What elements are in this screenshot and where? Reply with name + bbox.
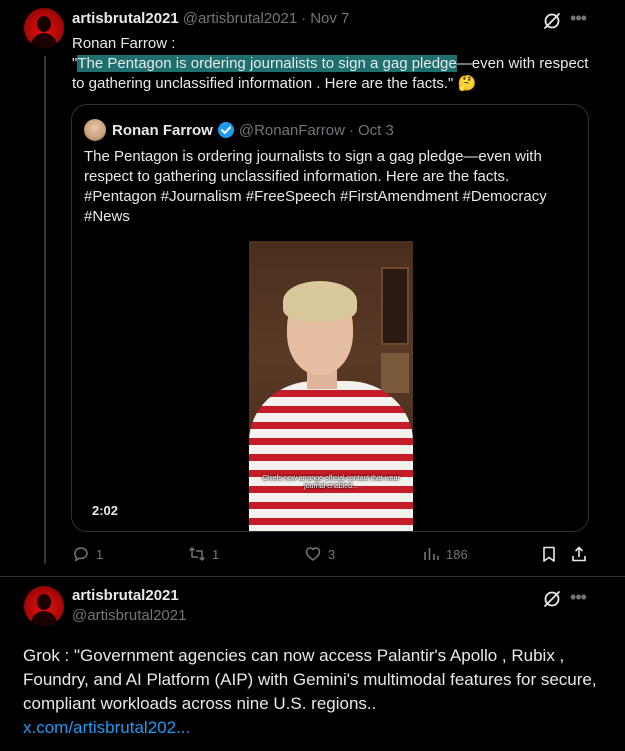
avatar[interactable] bbox=[24, 586, 64, 626]
reply-icon bbox=[74, 547, 88, 562]
video-caption: Chiefs now arrange official contact that… bbox=[262, 475, 400, 490]
user-handle[interactable]: @artisbrutal2021 bbox=[72, 606, 186, 626]
repost-button[interactable]: 1 bbox=[188, 544, 219, 564]
reply-count: 1 bbox=[96, 546, 104, 562]
quoted-handle[interactable]: @RonanFarrow bbox=[239, 122, 345, 139]
bookmark-button[interactable] bbox=[540, 544, 558, 564]
wall-art bbox=[381, 267, 409, 345]
action-bar: 1 1 3 186 bbox=[72, 544, 592, 564]
post-text: Ronan Farrow : "The Pentagon is ordering… bbox=[72, 34, 592, 94]
like-count: 3 bbox=[328, 546, 336, 562]
post-header: artisbrutal2021 @artisbrutal2021 · Nov 7 bbox=[72, 10, 349, 27]
post-header: artisbrutal2021 @artisbrutal2021 bbox=[72, 586, 186, 626]
grok-icon[interactable] bbox=[542, 11, 562, 31]
reply-button[interactable]: 1 bbox=[72, 544, 103, 564]
heart-icon bbox=[305, 547, 321, 561]
avatar[interactable] bbox=[24, 8, 64, 48]
video-player[interactable]: Chiefs now arrange official contact that… bbox=[72, 241, 588, 531]
display-name[interactable]: artisbrutal2021 bbox=[72, 10, 179, 27]
views-button[interactable]: 186 bbox=[422, 544, 468, 564]
quoted-avatar[interactable] bbox=[84, 119, 106, 141]
user-handle[interactable]: @artisbrutal2021 bbox=[183, 10, 297, 27]
quoted-post[interactable]: Ronan Farrow @RonanFarrow · Oct 3 The Pe… bbox=[71, 104, 589, 532]
highlighted-text: The Pentagon is ordering journalists to … bbox=[77, 55, 457, 72]
quoted-display-name[interactable]: Ronan Farrow bbox=[112, 122, 213, 139]
video-frame[interactable]: Chiefs now arrange official contact that… bbox=[249, 241, 413, 531]
bookmark-icon bbox=[543, 546, 555, 562]
wall-art-lower bbox=[381, 353, 409, 393]
post-date[interactable]: Nov 7 bbox=[310, 10, 349, 27]
share-icon bbox=[572, 546, 586, 562]
like-button[interactable]: 3 bbox=[304, 544, 335, 564]
quoted-text: The Pentagon is ordering journalists to … bbox=[84, 148, 547, 225]
separator-dot: · bbox=[348, 121, 354, 139]
repost-count: 1 bbox=[212, 546, 220, 562]
post-text: Grok : "Government agencies can now acce… bbox=[23, 644, 603, 740]
silhouette-icon bbox=[30, 594, 58, 626]
separator-dot: · bbox=[301, 10, 307, 27]
grok-icon[interactable] bbox=[542, 589, 562, 609]
person-hair bbox=[283, 281, 357, 321]
display-name[interactable]: artisbrutal2021 bbox=[72, 586, 186, 606]
quoted-header: Ronan Farrow @RonanFarrow · Oct 3 bbox=[112, 121, 394, 139]
views-chart-icon bbox=[424, 548, 439, 560]
post-divider bbox=[0, 576, 625, 577]
post-text-line1: Ronan Farrow : bbox=[72, 35, 176, 52]
post-text-body: Grok : "Government agencies can now acce… bbox=[23, 646, 597, 713]
more-options-icon[interactable]: ••• bbox=[568, 9, 588, 31]
post-text-body: "The Pentagon is ordering journalists to… bbox=[72, 54, 592, 94]
silhouette-icon bbox=[30, 16, 58, 48]
thread-connector-line bbox=[44, 56, 46, 564]
views-count: 186 bbox=[446, 546, 468, 562]
verified-badge-icon bbox=[217, 121, 235, 139]
repost-icon bbox=[188, 546, 206, 562]
video-duration: 2:02 bbox=[92, 503, 119, 518]
post-link[interactable]: x.com/artisbrutal202... bbox=[23, 718, 190, 737]
quoted-date[interactable]: Oct 3 bbox=[358, 122, 394, 139]
more-options-icon[interactable]: ••• bbox=[568, 588, 588, 610]
share-button[interactable] bbox=[570, 544, 588, 564]
striped-shirt bbox=[249, 381, 413, 531]
